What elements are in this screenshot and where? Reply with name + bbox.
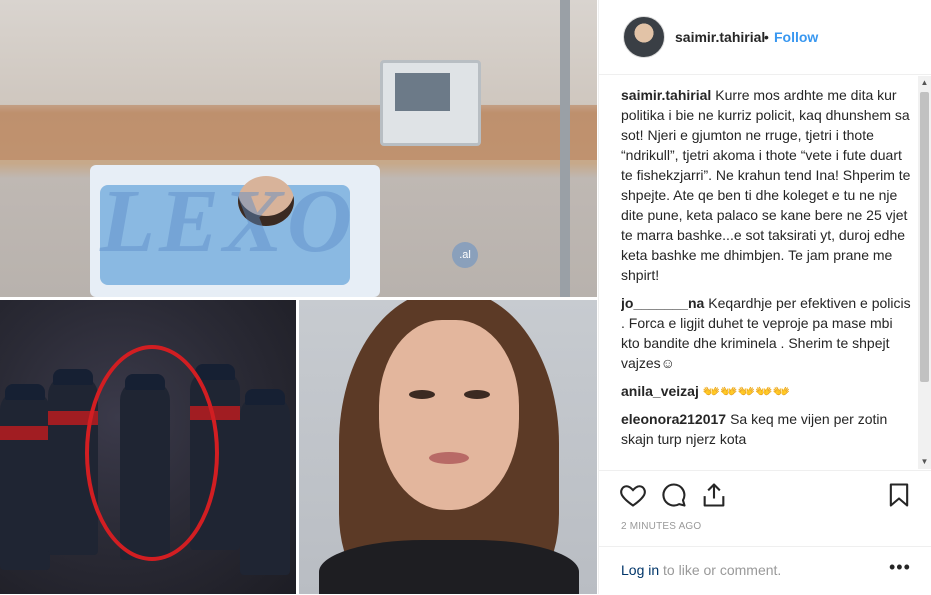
- more-options-icon[interactable]: •••: [889, 557, 911, 578]
- comment-text: Kurre mos ardhte me dita kur politika i …: [621, 87, 911, 283]
- post-sidebar: saimir.tahirial • Follow saimir.tahirial…: [598, 0, 931, 594]
- post-timestamp: 2 MINUTES AGO: [621, 521, 702, 532]
- comment-text: 👐👐👐👐👐: [702, 383, 790, 399]
- comment-icon[interactable]: [660, 481, 688, 509]
- heart-icon[interactable]: [619, 481, 647, 509]
- iv-pole: [560, 0, 570, 297]
- comments-scrollbar[interactable]: ▲ ▼: [918, 76, 931, 469]
- medical-monitor: [380, 60, 481, 146]
- comment-author[interactable]: jo_______na: [621, 295, 704, 311]
- avatar[interactable]: [623, 16, 665, 58]
- scroll-up-arrow-icon[interactable]: ▲: [918, 76, 931, 90]
- comment: jo_______na Keqardhje per efektiven e pol…: [621, 293, 913, 373]
- login-prompt: Log in to like or comment.: [621, 562, 781, 578]
- header-username[interactable]: saimir.tahirial: [675, 29, 765, 45]
- wall-stripe: [0, 105, 597, 160]
- watermark-domain: .al: [452, 242, 478, 268]
- post-header: saimir.tahirial • Follow: [599, 0, 931, 75]
- separator-dot: •: [764, 29, 769, 45]
- comment-author[interactable]: saimir.tahirial: [621, 87, 711, 103]
- comment: saimir.tahirial Kurre mos ardhte me dita …: [621, 85, 913, 285]
- login-link[interactable]: Log in: [621, 562, 659, 578]
- post-image[interactable]: LEXO .al: [0, 0, 597, 594]
- comment-author[interactable]: anila_veizaj: [621, 383, 699, 399]
- footer: Log in to like or comment. •••: [599, 546, 931, 595]
- scroll-thumb[interactable]: [920, 92, 929, 382]
- comment-author[interactable]: eleonora212017: [621, 411, 726, 427]
- action-bar: [599, 470, 931, 521]
- comment: eleonora212017 Sa keq me vijen per zotin …: [621, 409, 913, 449]
- follow-button[interactable]: Follow: [774, 29, 818, 45]
- share-icon[interactable]: [700, 481, 728, 509]
- comment-list: saimir.tahirial Kurre mos ardhte me dita …: [621, 85, 913, 470]
- hospital-photo: LEXO .al: [0, 0, 597, 297]
- highlight-circle: [85, 345, 219, 561]
- scroll-down-arrow-icon[interactable]: ▼: [918, 455, 931, 469]
- bookmark-icon[interactable]: [885, 481, 913, 509]
- watermark: LEXO: [100, 172, 357, 271]
- portrait-photo: [299, 300, 597, 594]
- comment: anila_veizaj 👐👐👐👐👐: [621, 381, 913, 401]
- login-suffix: to like or comment.: [659, 562, 782, 578]
